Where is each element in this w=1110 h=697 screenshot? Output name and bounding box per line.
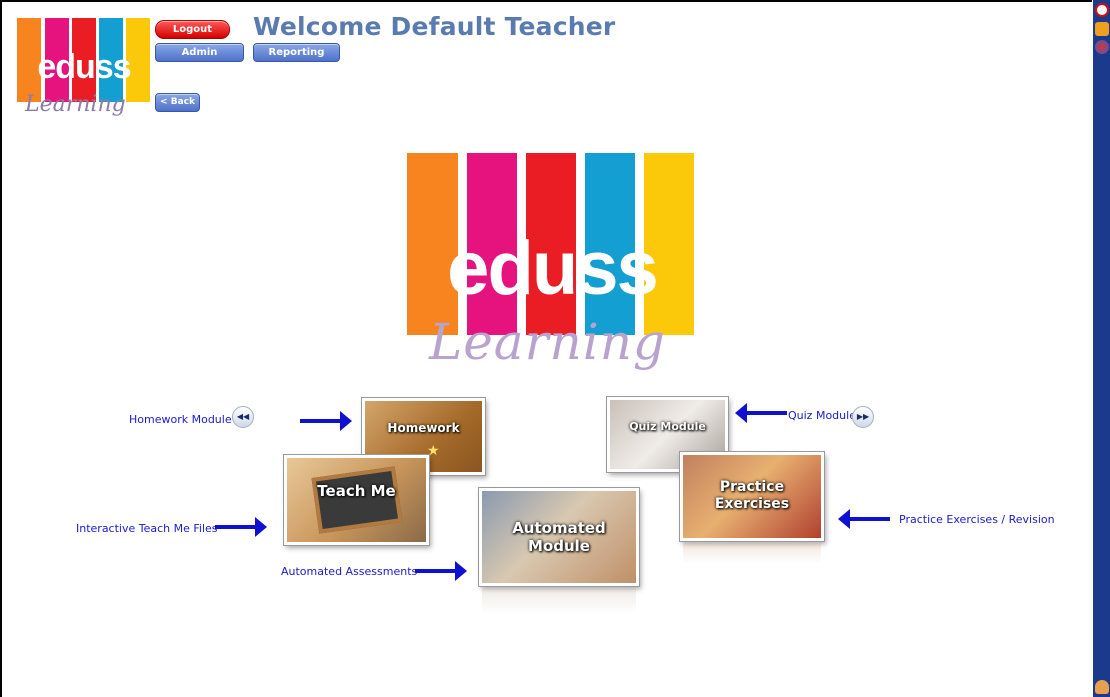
teach-me-arrow bbox=[215, 517, 267, 537]
homework-tile-label: Homework bbox=[387, 421, 460, 435]
practice-tile-line2: Exercises bbox=[714, 496, 790, 512]
main-logo-text: eduss bbox=[447, 226, 659, 311]
rewind-icon[interactable]: ◀◀ bbox=[232, 406, 254, 428]
palette-icon[interactable] bbox=[1095, 40, 1109, 54]
automated-tile-line1: Automated bbox=[512, 519, 606, 537]
practice-tile-line1: Practice bbox=[719, 479, 785, 495]
automated-tile-line2: Module bbox=[528, 537, 590, 555]
user-icon[interactable] bbox=[1095, 680, 1109, 694]
main-logo-script: Learning bbox=[429, 313, 666, 371]
block-icon[interactable] bbox=[1095, 3, 1109, 17]
automated-arrow bbox=[415, 561, 467, 581]
automated-assessments-label[interactable]: Automated Assessments bbox=[281, 565, 417, 578]
practice-tile-reflection bbox=[683, 543, 821, 563]
practice-exercises-label[interactable]: Practice Exercises / Revision bbox=[899, 513, 1055, 526]
teach-me-tile[interactable]: Teach Me bbox=[284, 455, 429, 545]
automated-tile-reflection bbox=[482, 588, 636, 614]
homework-module-label[interactable]: Homework Module bbox=[129, 413, 232, 426]
admin-button[interactable]: Admin bbox=[155, 43, 244, 62]
practice-tile[interactable]: Practice Exercises bbox=[680, 452, 824, 541]
right-toolbar bbox=[1093, 0, 1110, 697]
automated-tile[interactable]: Automated Module bbox=[479, 488, 639, 586]
main-logo: eduss Learning bbox=[407, 153, 697, 383]
homework-arrow bbox=[300, 411, 352, 431]
small-logo-text: eduss bbox=[37, 48, 131, 86]
fast-forward-icon[interactable]: ▶▶ bbox=[852, 406, 874, 428]
teach-me-label[interactable]: Interactive Teach Me Files bbox=[76, 522, 218, 535]
welcome-title: Welcome Default Teacher bbox=[253, 12, 616, 41]
edit-icon[interactable] bbox=[1095, 22, 1109, 36]
quiz-tile-label: Quiz Module bbox=[629, 420, 706, 433]
back-button[interactable]: < Back bbox=[155, 93, 200, 112]
teach-me-tile-label: Teach Me bbox=[317, 482, 396, 500]
small-logo: eduss Learning bbox=[17, 18, 151, 125]
quiz-module-label[interactable]: Quiz Module bbox=[788, 409, 856, 422]
logout-button[interactable]: Logout bbox=[155, 20, 230, 39]
quiz-arrow bbox=[735, 403, 787, 423]
practice-arrow bbox=[838, 509, 890, 529]
chalkboard-icon bbox=[311, 466, 403, 534]
small-logo-script: Learning bbox=[25, 92, 126, 117]
reporting-button[interactable]: Reporting bbox=[253, 43, 340, 62]
